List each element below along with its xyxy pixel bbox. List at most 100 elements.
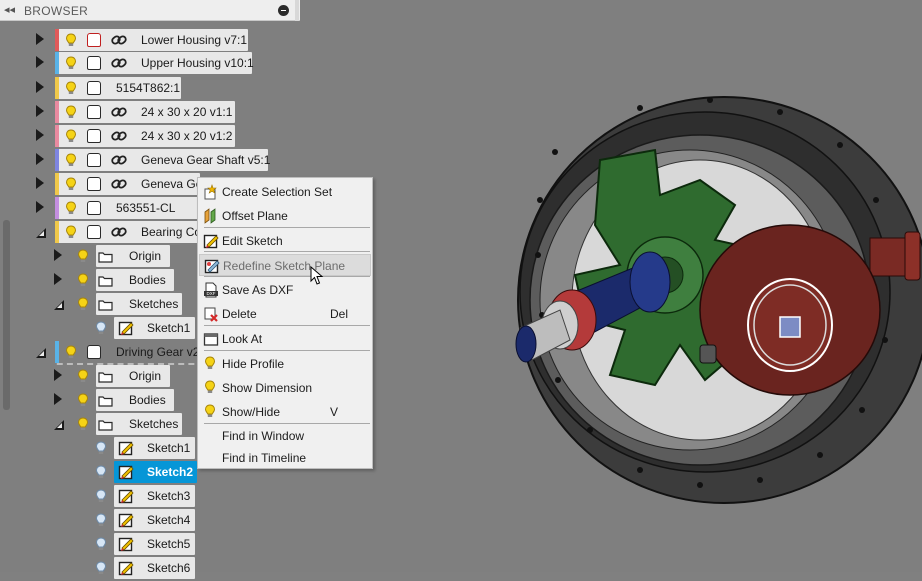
visibility-bulb-icon[interactable] xyxy=(94,489,108,503)
expand-triangle-icon[interactable] xyxy=(54,273,62,285)
expand-triangle-icon[interactable] xyxy=(36,105,44,117)
tree-item-label: 24 x 30 x 20 v1:1 xyxy=(141,105,233,119)
menu-item-hide-profile[interactable]: Hide Profile xyxy=(199,353,371,375)
visibility-bulb-icon[interactable] xyxy=(64,129,78,143)
expand-triangle-icon[interactable] xyxy=(36,201,44,213)
menu-item-create-selection-set[interactable]: Create Selection Set xyxy=(199,181,371,203)
tree-row[interactable]: 5154T862:1 xyxy=(0,77,300,99)
tree-item-chip[interactable]: 24 x 30 x 20 v1:1 xyxy=(55,101,235,123)
expand-triangle-icon[interactable] xyxy=(54,249,62,261)
menu-item-find-in-timeline[interactable]: Find in Timeline xyxy=(199,447,371,469)
tree-item-chip[interactable]: Upper Housing v10:1 xyxy=(55,52,254,74)
menu-item-save-as-dxf[interactable]: DXF Save As DXF xyxy=(199,279,371,301)
tree-row[interactable]: Sketch6 xyxy=(0,557,300,579)
component-color-stripe xyxy=(55,149,59,171)
tree-row[interactable]: Sketch5 xyxy=(0,533,300,555)
component-icon xyxy=(87,201,101,215)
expand-triangle-icon[interactable] xyxy=(36,56,44,68)
browser-panel-header: ◂◂ BROWSER xyxy=(0,0,300,21)
tree-row[interactable]: 24 x 30 x 20 v1:1 xyxy=(0,101,300,123)
sketch-icon xyxy=(118,560,134,576)
visibility-bulb-icon[interactable] xyxy=(94,513,108,527)
link-icon xyxy=(111,153,127,167)
context-menu: Create Selection Set Offset Plane Edit Ske… xyxy=(197,177,373,469)
tree-item-label: Sketch5 xyxy=(147,537,191,551)
tree-item-label: Upper Housing v10:1 xyxy=(141,56,254,70)
component-icon xyxy=(87,129,101,143)
driving-gear[interactable] xyxy=(699,224,881,396)
visibility-bulb-icon[interactable] xyxy=(64,177,78,191)
delete-icon xyxy=(203,306,219,322)
tree-item-chip[interactable]: Lower Housing v7:1 xyxy=(55,29,248,51)
menu-item-label: Hide Profile xyxy=(222,357,285,371)
tree-item-label: Sketch4 xyxy=(147,513,191,527)
visibility-bulb-icon[interactable] xyxy=(64,153,78,167)
sketch-icon xyxy=(118,488,134,504)
selected-sketch-plane-marker[interactable] xyxy=(779,316,801,338)
link-icon xyxy=(111,105,127,119)
visibility-bulb-icon[interactable] xyxy=(76,297,90,311)
browser-title: BROWSER xyxy=(24,4,89,18)
collapse-triangle-icon[interactable] xyxy=(54,300,64,310)
expand-triangle-icon[interactable] xyxy=(36,33,44,45)
visibility-bulb-icon[interactable] xyxy=(94,321,108,335)
menu-item-look-at[interactable]: Look At xyxy=(199,328,371,350)
visibility-bulb-icon[interactable] xyxy=(64,33,78,47)
expand-triangle-icon[interactable] xyxy=(36,177,44,189)
output-shaft[interactable] xyxy=(869,231,921,281)
menu-item-redefine-sketch-plane[interactable]: Redefine Sketch Plane xyxy=(199,254,371,276)
tree-row[interactable]: Lower Housing v7:1 xyxy=(0,29,300,51)
menu-item-find-in-window[interactable]: Find in Window xyxy=(199,425,371,447)
visibility-bulb-icon[interactable] xyxy=(76,273,90,287)
panel-grip[interactable] xyxy=(295,0,299,21)
visibility-bulb-icon[interactable] xyxy=(76,369,90,383)
component-icon xyxy=(87,225,101,239)
collapse-triangle-icon[interactable] xyxy=(36,228,46,238)
visibility-bulb-icon[interactable] xyxy=(64,56,78,70)
menu-item-delete[interactable]: Delete Del xyxy=(199,303,371,325)
sketch-icon xyxy=(118,440,134,456)
visibility-bulb-icon[interactable] xyxy=(76,417,90,431)
menu-item-shortcut: V xyxy=(330,405,339,419)
menu-item-offset-plane[interactable]: Offset Plane xyxy=(199,205,371,227)
drive-pin[interactable] xyxy=(699,344,717,364)
visibility-bulb-icon[interactable] xyxy=(94,537,108,551)
visibility-bulb-icon[interactable] xyxy=(94,561,108,575)
visibility-bulb-icon[interactable] xyxy=(64,225,78,239)
tree-row[interactable]: Sketch4 xyxy=(0,509,300,531)
tree-item-label: Sketch2 xyxy=(147,465,194,479)
tree-row[interactable]: Sketch3 xyxy=(0,485,300,507)
visibility-bulb-icon[interactable] xyxy=(64,81,78,95)
link-icon xyxy=(111,129,127,143)
tree-row[interactable]: Geneva Gear Shaft v5:1 xyxy=(0,149,300,171)
visibility-bulb-icon[interactable] xyxy=(76,249,90,263)
tree-item-chip[interactable]: 24 x 30 x 20 v1:2 xyxy=(55,125,235,147)
visibility-bulb-icon[interactable] xyxy=(94,465,108,479)
expand-triangle-icon[interactable] xyxy=(36,153,44,165)
menu-item-label: Create Selection Set xyxy=(222,185,333,199)
component-color-stripe xyxy=(55,173,59,195)
visibility-bulb-icon[interactable] xyxy=(64,345,78,359)
folder-icon xyxy=(98,370,113,383)
tree-item-label: Sketch1 xyxy=(147,441,191,455)
collapse-triangle-icon[interactable] xyxy=(36,348,46,358)
collapse-panel-icon[interactable]: ◂◂ xyxy=(4,3,15,16)
expand-triangle-icon[interactable] xyxy=(54,369,62,381)
menu-item-edit-sketch[interactable]: Edit Sketch xyxy=(199,230,371,252)
tree-item-label: Lower Housing v7:1 xyxy=(141,33,248,47)
minimize-icon[interactable] xyxy=(278,5,289,16)
expand-triangle-icon[interactable] xyxy=(36,81,44,93)
menu-item-show-dimension[interactable]: Show Dimension xyxy=(199,377,371,399)
expand-triangle-icon[interactable] xyxy=(36,129,44,141)
tree-row[interactable]: 24 x 30 x 20 v1:2 xyxy=(0,125,300,147)
visibility-bulb-icon[interactable] xyxy=(64,105,78,119)
menu-item-show-hide[interactable]: Show/Hide V xyxy=(199,401,371,423)
visibility-bulb-icon[interactable] xyxy=(76,393,90,407)
visibility-bulb-icon[interactable] xyxy=(94,441,108,455)
tree-row[interactable]: Upper Housing v10:1 xyxy=(0,52,300,74)
expand-triangle-icon[interactable] xyxy=(54,393,62,405)
visibility-bulb-icon[interactable] xyxy=(64,201,78,215)
active-component-icon xyxy=(87,33,101,47)
collapse-triangle-icon[interactable] xyxy=(54,420,64,430)
bulb-icon xyxy=(203,404,219,420)
